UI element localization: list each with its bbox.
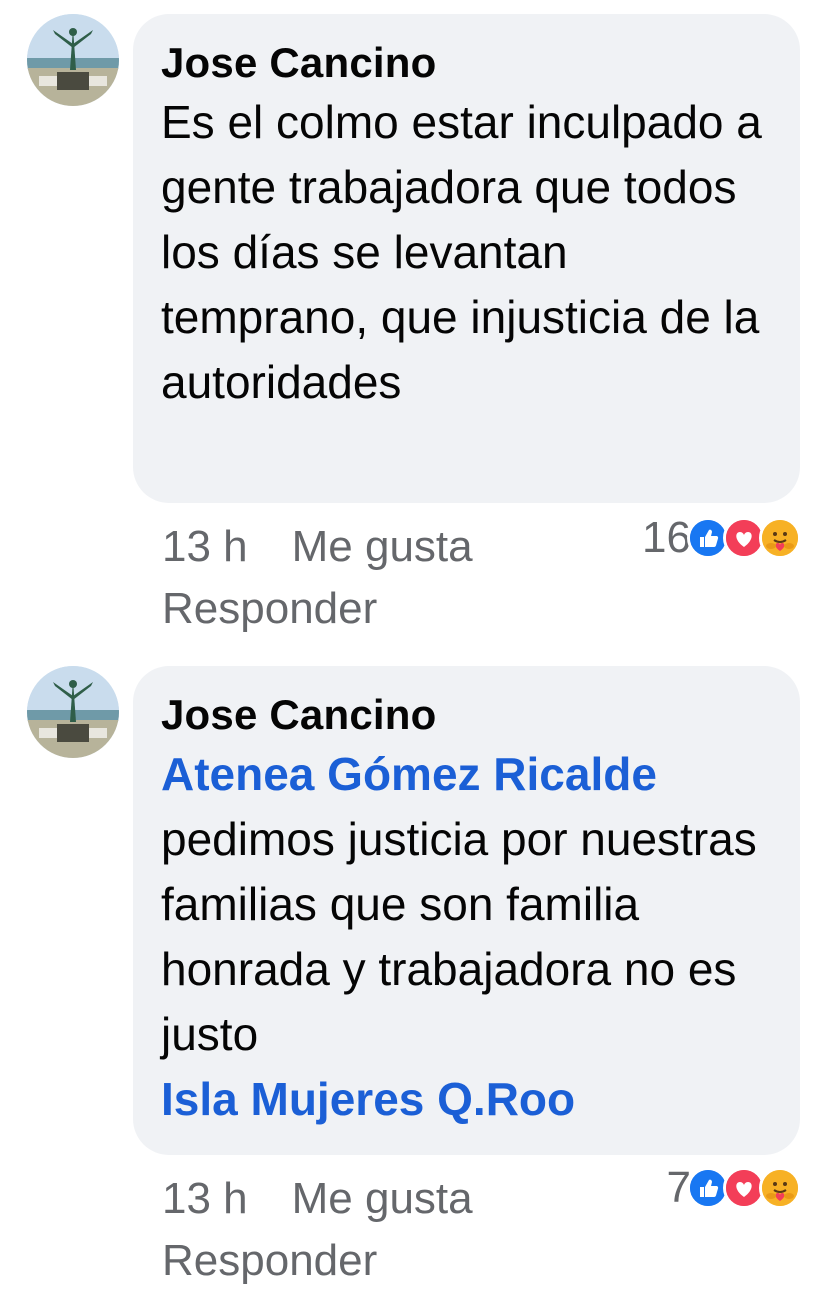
comment-author[interactable]: Jose Cancino bbox=[161, 36, 774, 90]
comment-actions: 13 h Me gusta Responder bbox=[162, 516, 473, 640]
avatar[interactable] bbox=[27, 666, 119, 758]
comment-text: pedimos justicia por nuestras familias q… bbox=[161, 813, 757, 1060]
statue-avatar-image bbox=[27, 14, 119, 106]
statue-avatar-image bbox=[27, 666, 119, 758]
comment-timestamp[interactable]: 13 h bbox=[162, 1168, 248, 1230]
comment-text: Es el colmo estar inculpado a gente trab… bbox=[161, 96, 762, 408]
care-icon bbox=[759, 1167, 801, 1209]
reply-button[interactable]: Responder bbox=[162, 578, 473, 640]
reply-button[interactable]: Responder bbox=[162, 1230, 473, 1292]
comment-actions: 13 h Me gusta Responder bbox=[162, 1168, 473, 1292]
avatar[interactable] bbox=[27, 14, 119, 106]
comment-text-container: Atenea Gómez Ricalde pedimos justicia po… bbox=[161, 742, 774, 1132]
care-icon bbox=[759, 517, 801, 559]
reactions-summary[interactable]: 7 bbox=[667, 1163, 801, 1212]
comment-bubble: Jose Cancino Es el colmo estar inculpado… bbox=[133, 14, 800, 503]
location-link[interactable]: Isla Mujeres Q.Roo bbox=[161, 1067, 774, 1132]
comment-author[interactable]: Jose Cancino bbox=[161, 688, 774, 742]
like-button[interactable]: Me gusta bbox=[292, 516, 473, 578]
mention-link[interactable]: Atenea Gómez Ricalde bbox=[161, 742, 774, 807]
reaction-count: 16 bbox=[642, 513, 691, 562]
comment-timestamp[interactable]: 13 h bbox=[162, 516, 248, 578]
comment-bubble: Jose Cancino Atenea Gómez Ricalde pedimo… bbox=[133, 666, 800, 1155]
reactions-summary[interactable]: 16 bbox=[642, 513, 801, 562]
like-button[interactable]: Me gusta bbox=[292, 1168, 473, 1230]
